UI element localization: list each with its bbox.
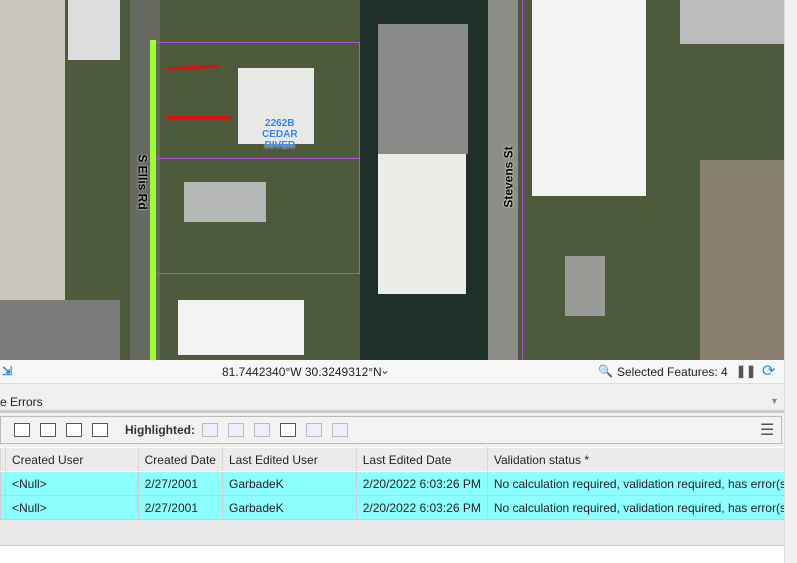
pause-icon[interactable]: ❚❚: [736, 364, 756, 378]
cell[interactable]: No calculation required, validation requ…: [486, 495, 797, 520]
cell[interactable]: 2/20/2022 6:03:26 PM: [355, 471, 488, 496]
table-icon[interactable]: [306, 423, 322, 437]
building: [68, 0, 120, 60]
map-view[interactable]: 2262B CEDAR RIVER S Ellis Rd Stevens St: [0, 0, 784, 360]
vertical-scrollbar[interactable]: [784, 0, 797, 563]
building: [378, 24, 468, 154]
cell[interactable]: <Null>: [4, 495, 139, 520]
divider: [0, 410, 784, 413]
table-empty-area: [0, 520, 784, 546]
yard: [700, 160, 784, 360]
column-header[interactable]: Last Edited User: [221, 447, 357, 472]
switch-highlight-icon[interactable]: [280, 423, 296, 437]
refresh-icon[interactable]: ⟳: [762, 361, 775, 381]
parcel-label: 2262B CEDAR RIVER: [262, 118, 298, 151]
column-header[interactable]: Validation status *: [486, 447, 797, 472]
selected-feature-line[interactable]: [150, 40, 156, 360]
cell[interactable]: 2/20/2022 6:03:26 PM: [355, 495, 488, 520]
cell[interactable]: GarbadeK: [221, 495, 357, 520]
cell[interactable]: No calculation required, validation requ…: [486, 471, 797, 496]
parking-lot: [0, 300, 120, 360]
street-label: S Ellis Rd: [135, 154, 150, 210]
table-footer: [0, 546, 784, 563]
parcel-label-line: CEDAR: [262, 129, 298, 140]
highlighted-label: Highlighted:: [125, 423, 195, 437]
navigation-icon[interactable]: ⇲: [2, 364, 12, 378]
building: [0, 0, 65, 300]
building: [178, 300, 304, 355]
switch-selection-icon[interactable]: [14, 423, 30, 437]
table-toolbar: [0, 416, 782, 444]
column-header[interactable]: Created Date: [137, 447, 223, 472]
building: [532, 0, 646, 196]
delete-highlighted-icon[interactable]: [332, 423, 348, 437]
street-label: Stevens St: [501, 146, 516, 208]
parcel-label-line: 2262B: [265, 118, 295, 129]
table-row[interactable]: <Null> 2/27/2001 GarbadeK 2/20/2022 6:03…: [0, 495, 797, 520]
building: [565, 256, 605, 316]
status-bar: ⇲ 81.7442340°W 30.3249312°N ⌄ 🔍 Selected…: [0, 360, 784, 384]
pane-title: e Errors: [0, 395, 43, 409]
column-header[interactable]: Created User: [4, 447, 139, 472]
table-icon[interactable]: [40, 423, 56, 437]
attribute-table: Created User Created Date Last Edited Us…: [0, 447, 797, 520]
zoom-to-icon[interactable]: [254, 423, 270, 437]
parcel-boundary: [154, 158, 360, 159]
cell[interactable]: 2/27/2001: [137, 495, 223, 520]
building: [680, 0, 784, 44]
coordinates-readout: 81.7442340°W 30.3249312°N: [222, 365, 382, 379]
selected-features-icon[interactable]: 🔍: [598, 364, 613, 378]
chevron-down-icon[interactable]: ⌄: [380, 363, 390, 377]
pane-menu-icon[interactable]: ▼: [770, 396, 779, 406]
cell[interactable]: <Null>: [4, 471, 139, 496]
column-header[interactable]: Last Edited Date: [355, 447, 488, 472]
delete-selected-icon[interactable]: [66, 423, 82, 437]
table-row[interactable]: <Null> 2/27/2001 GarbadeK 2/20/2022 6:03…: [0, 471, 797, 496]
red-arrow: [166, 116, 230, 119]
copy-records-icon[interactable]: [92, 423, 108, 437]
selected-features-count[interactable]: Selected Features: 4: [617, 365, 728, 379]
cell[interactable]: 2/27/2001: [137, 471, 223, 496]
highlight-icon[interactable]: [202, 423, 218, 437]
building: [378, 154, 466, 294]
parcel-boundary: [522, 0, 523, 360]
cell[interactable]: GarbadeK: [221, 471, 357, 496]
menu-icon[interactable]: ☰: [760, 420, 774, 440]
highlight-icon[interactable]: [228, 423, 244, 437]
parcel-label-line: RIVER: [264, 140, 296, 151]
